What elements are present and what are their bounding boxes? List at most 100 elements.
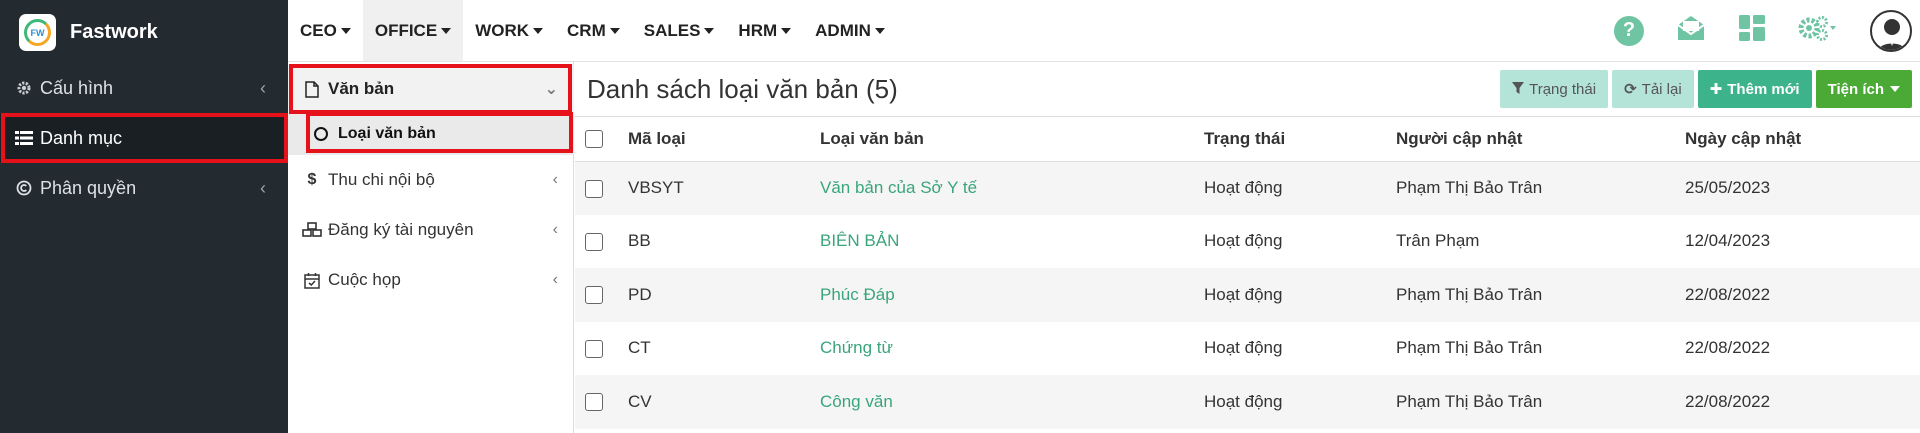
- updated-by-cell: Phạm Thị Bảo Trân: [1386, 375, 1675, 429]
- chevron-left-icon: ‹: [552, 221, 558, 238]
- code-cell: PD: [618, 268, 810, 322]
- subnav-item-label: Đăng ký tài nguyên: [328, 220, 474, 239]
- row-select-cell: [575, 375, 618, 429]
- status-filter-button[interactable]: Trạng thái: [1500, 70, 1609, 108]
- type-name-link[interactable]: BIÊN BẢN: [810, 215, 1194, 269]
- file-icon: [302, 80, 322, 98]
- menu-label: HRM: [738, 20, 778, 40]
- toolbar: Trạng thái ⟳ Tải lại ✚ Thêm mới Tiện ích: [1496, 70, 1912, 108]
- sidebar-item-cau-hinh[interactable]: Cấu hình ‹: [0, 63, 288, 113]
- type-name-link[interactable]: Chứng từ: [810, 322, 1194, 376]
- brand-logo: FW: [19, 14, 56, 51]
- plus-icon: ✚: [1709, 81, 1723, 98]
- brand-name: Fastwork: [70, 21, 158, 43]
- table-row[interactable]: BB BIÊN BẢN Hoạt động Trân Phạm 12/04/20…: [575, 215, 1920, 269]
- reload-button[interactable]: ⟳ Tải lại: [1612, 70, 1694, 108]
- updated-by-cell: Phạm Thị Bảo Trân: [1386, 161, 1675, 215]
- subnav-item-label: Thu chi nội bộ: [328, 170, 435, 189]
- settings-dropdown[interactable]: [1798, 14, 1838, 47]
- subnav-thu-chi-noi-bo[interactable]: $ Thu chi nội bộ ‹: [288, 155, 574, 205]
- status-cell: Hoạt động: [1194, 375, 1386, 429]
- column-header[interactable]: Ngày cập nhật: [1675, 117, 1920, 162]
- document-type-table: Mã loại Loại văn bản Trạng thái Người cậ…: [575, 117, 1920, 429]
- mail-button[interactable]: [1676, 14, 1706, 47]
- column-header[interactable]: Mã loại: [618, 117, 810, 162]
- row-select-cell: [575, 322, 618, 376]
- type-name-link[interactable]: Văn bản của Sở Y tế: [810, 161, 1194, 215]
- subnav-child-label: Loại văn bản: [338, 125, 436, 142]
- dashboard-button[interactable]: [1738, 14, 1766, 47]
- brand-logo-mark: FW: [24, 19, 51, 46]
- menu-label: CEO: [300, 20, 337, 40]
- caret-down-icon: [781, 27, 792, 34]
- menu-office[interactable]: OFFICE: [362, 0, 464, 61]
- sidebar-item-danh-muc[interactable]: Danh mục: [0, 113, 288, 163]
- row-checkbox[interactable]: [585, 393, 603, 412]
- type-name-link[interactable]: Công văn: [810, 375, 1194, 429]
- gear-icon: [14, 80, 34, 96]
- row-checkbox[interactable]: [585, 232, 603, 251]
- updated-by-cell: Phạm Thị Bảo Trân: [1386, 268, 1675, 322]
- sidebar-item-label: Cấu hình: [40, 77, 114, 98]
- row-checkbox[interactable]: [585, 286, 603, 305]
- updated-date-cell: 22/08/2022: [1675, 268, 1920, 322]
- help-button[interactable]: ?: [1614, 15, 1644, 46]
- menu-ceo[interactable]: CEO: [288, 0, 363, 61]
- menu-label: CRM: [567, 20, 606, 40]
- row-select-cell: [575, 215, 618, 269]
- subnav-dang-ky-tai-nguyen[interactable]: Đăng ký tài nguyên ‹: [288, 205, 574, 255]
- updated-date-cell: 22/08/2022: [1675, 375, 1920, 429]
- menu-label: WORK: [475, 20, 530, 40]
- subnav-loai-van-ban[interactable]: Loại văn bản: [288, 113, 574, 155]
- type-name-link[interactable]: Phúc Đáp: [810, 268, 1194, 322]
- caret-down-icon: [609, 27, 620, 34]
- subnav-van-ban[interactable]: Văn bản ⌄: [288, 65, 574, 113]
- brand[interactable]: FW Fastwork: [0, 0, 288, 65]
- column-header[interactable]: Người cập nhật: [1386, 117, 1675, 162]
- status-cell: Hoạt động: [1194, 268, 1386, 322]
- subnav-head-label: Văn bản: [328, 79, 395, 98]
- table-row[interactable]: PD Phúc Đáp Hoạt động Phạm Thị Bảo Trân …: [575, 268, 1920, 322]
- row-checkbox[interactable]: [585, 179, 603, 198]
- sidebar-item-label: Danh mục: [40, 127, 123, 148]
- updated-by-cell: Phạm Thị Bảo Trân: [1396, 338, 1543, 358]
- caret-down-icon: [441, 27, 452, 34]
- user-menu[interactable]: [1870, 9, 1914, 52]
- caret-down-icon: [533, 27, 544, 34]
- select-all-checkbox[interactable]: [585, 130, 603, 149]
- row-checkbox[interactable]: [585, 339, 603, 358]
- menu-label: OFFICE: [374, 20, 438, 40]
- caret-down-icon: [1890, 86, 1900, 92]
- column-header[interactable]: Loại văn bản: [810, 117, 1194, 162]
- code-cell: CT: [628, 338, 651, 358]
- utilities-dropdown-button[interactable]: Tiện ích: [1815, 70, 1912, 108]
- sub-sidebar: Văn bản ⌄ Loại văn bản $ Thu chi nội bộ …: [288, 62, 574, 433]
- circle-icon: [314, 127, 328, 141]
- table-row[interactable]: VBSYT Văn bản của Sở Y tế Hoạt động Phạm…: [575, 161, 1920, 215]
- caret-down-icon: [340, 27, 351, 34]
- table-row[interactable]: CT Chứng từ Hoạt động Phạm Thị Bảo Trân …: [575, 322, 1920, 376]
- envelope-open-icon: [1676, 14, 1706, 47]
- column-header[interactable]: Trạng thái: [1194, 117, 1386, 162]
- grid-icon: [1738, 14, 1766, 47]
- menu-hrm[interactable]: HRM: [726, 0, 803, 61]
- main-content: Danh sách loại văn bản (5) Trạng thái ⟳ …: [575, 62, 1920, 433]
- chevron-left-icon: ‹: [552, 271, 558, 288]
- menu-work[interactable]: WORK: [463, 0, 555, 61]
- add-new-button[interactable]: ✚ Thêm mới: [1697, 70, 1812, 108]
- subnav-cuoc-hop[interactable]: Cuộc họp ‹: [288, 255, 574, 305]
- gears-icon: [1798, 14, 1838, 47]
- menu-sales[interactable]: SALES: [632, 0, 727, 61]
- table-row[interactable]: CV Công văn Hoạt động Phạm Thị Bảo Trân …: [575, 375, 1920, 429]
- menu-admin[interactable]: ADMIN: [803, 0, 897, 61]
- sidebar-item-label: Phân quyền: [40, 177, 137, 198]
- copyright-icon: [14, 180, 34, 196]
- sidebar-item-phan-quyen[interactable]: Phân quyền ‹: [0, 163, 288, 213]
- top-navbar: CEO OFFICE WORK CRM SALES HRM ADMIN ?: [288, 0, 1920, 62]
- menu-crm[interactable]: CRM: [555, 0, 632, 61]
- reload-label: Tải lại: [1641, 80, 1682, 98]
- status-cell: Hoạt động: [1204, 231, 1283, 251]
- updated-date-cell: 22/08/2022: [1685, 338, 1771, 358]
- status-filter-label: Trạng thái: [1529, 80, 1597, 98]
- updated-date-cell: 25/05/2023: [1675, 161, 1920, 215]
